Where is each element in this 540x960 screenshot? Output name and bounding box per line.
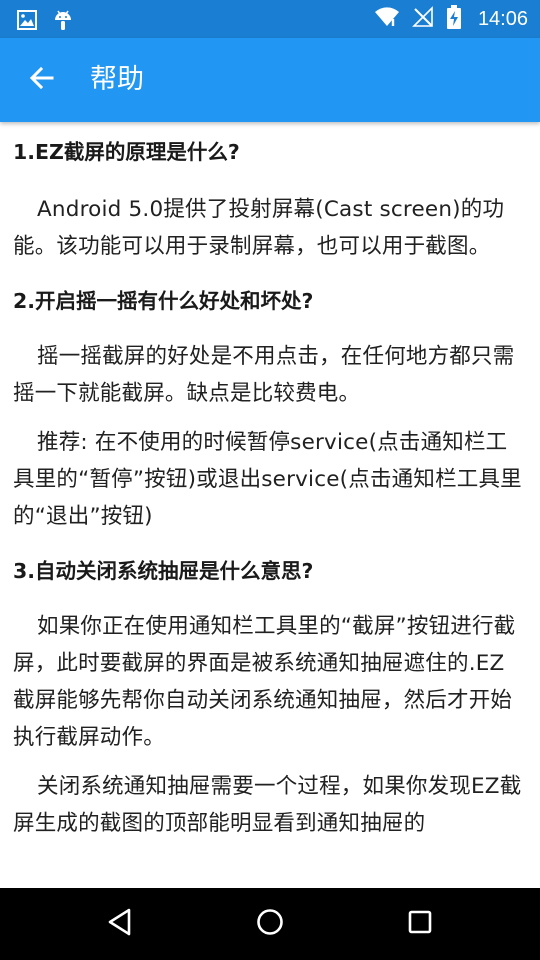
wifi-icon bbox=[374, 6, 400, 32]
notification-icons bbox=[16, 8, 74, 36]
nav-home-button[interactable] bbox=[230, 888, 310, 960]
help-section-1: 1.EZ截屏的原理是什么? Android 5.0提供了投射屏幕(Cast sc… bbox=[13, 137, 526, 265]
image-icon bbox=[16, 9, 38, 35]
help-section-2: 2.开启摇一摇有什么好处和坏处? 摇一摇截屏的好处是不用点击，在任何地方都只需摇… bbox=[13, 286, 526, 535]
status-bar: 14:06 bbox=[0, 0, 540, 38]
answer-paragraph: 关闭系统通知抽屉需要一个过程，如果你发现EZ截屏生成的截图的顶部能明显看到通知抽… bbox=[13, 774, 522, 836]
back-triangle-icon bbox=[105, 907, 135, 941]
no-signal-icon bbox=[412, 6, 434, 32]
app-bar: 帮助 bbox=[0, 38, 540, 122]
navigation-bar bbox=[0, 888, 540, 960]
answer-paragraph: 如果你正在使用通知栏工具里的“截屏”按钮进行截屏，此时要截屏的界面是被系统通知抽… bbox=[13, 614, 516, 750]
answer-paragraph: 摇一摇截屏的好处是不用点击，在任何地方都只需摇一下就能截屏。缺点是比较费电。 bbox=[13, 344, 515, 406]
help-section-3: 3.自动关闭系统抽屉是什么意思? 如果你正在使用通知栏工具里的“截屏”按钮进行截… bbox=[13, 556, 526, 842]
battery-charging-icon bbox=[446, 5, 462, 33]
answer-paragraph: 推荐: 在不使用的时候暂停service(点击通知栏工具里的“暂停”按钮)或退出… bbox=[13, 430, 522, 529]
page-title: 帮助 bbox=[90, 64, 144, 95]
arrow-left-icon bbox=[28, 64, 56, 96]
clock: 14:06 bbox=[477, 7, 528, 30]
home-circle-icon bbox=[255, 907, 285, 941]
question-heading: 1.EZ截屏的原理是什么? bbox=[13, 140, 240, 164]
answer-paragraph: Android 5.0提供了投射屏幕(Cast screen)的功能。该功能可以… bbox=[13, 197, 505, 259]
system-icons: 14:06 bbox=[374, 0, 528, 38]
help-content[interactable]: 1.EZ截屏的原理是什么? Android 5.0提供了投射屏幕(Cast sc… bbox=[0, 122, 540, 888]
android-icon bbox=[52, 8, 74, 36]
back-button[interactable] bbox=[18, 56, 66, 104]
nav-recents-button[interactable] bbox=[380, 888, 460, 960]
question-heading: 3.自动关闭系统抽屉是什么意思? bbox=[13, 559, 314, 583]
recents-square-icon bbox=[405, 907, 435, 941]
nav-back-button[interactable] bbox=[80, 888, 160, 960]
question-heading: 2.开启摇一摇有什么好处和坏处? bbox=[13, 289, 314, 313]
